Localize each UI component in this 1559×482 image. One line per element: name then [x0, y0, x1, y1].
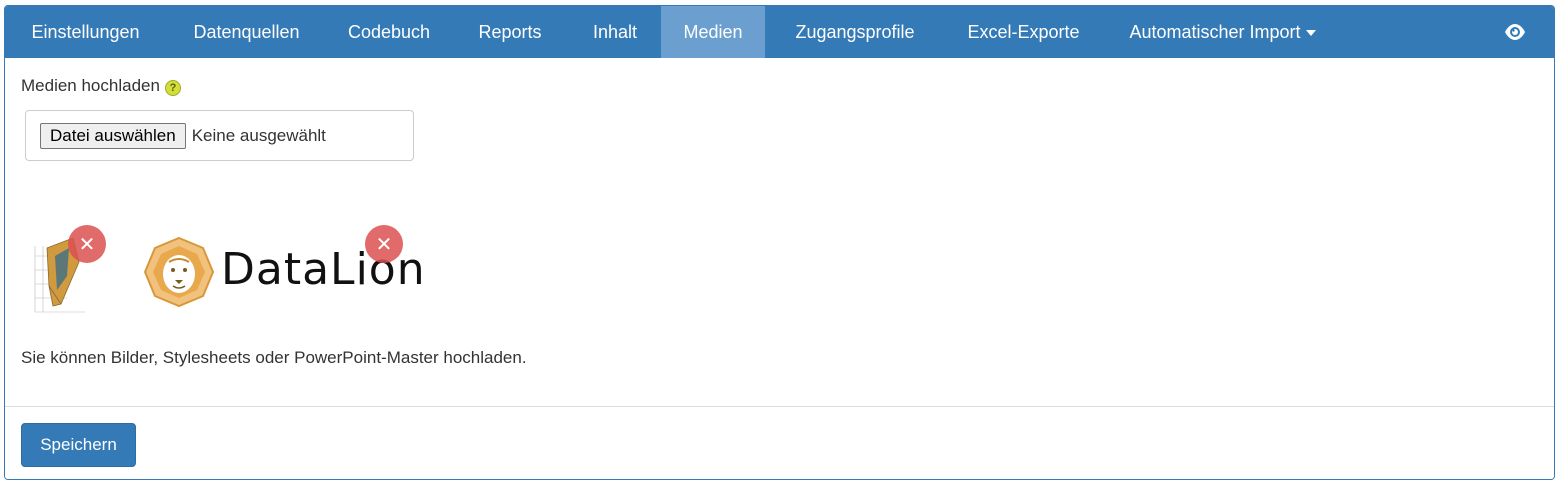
remove-media-button[interactable]: ✕: [68, 225, 106, 263]
upload-label: Medien hochladen: [21, 76, 160, 95]
tab-medien[interactable]: Medien: [661, 6, 765, 58]
eye-icon[interactable]: [1504, 22, 1526, 42]
tab-automatischer-import-label: Automatischer Import: [1129, 21, 1301, 42]
caret-down-icon: [1305, 30, 1316, 36]
tab-datenquellen[interactable]: Datenquellen: [166, 6, 327, 58]
panel-footer: Speichern: [5, 406, 1554, 479]
question-icon[interactable]: ?: [164, 79, 181, 96]
tab-reports[interactable]: Reports: [451, 6, 569, 58]
file-upload-field: Datei auswählen Keine ausgewählt: [25, 110, 414, 161]
tab-codebuch[interactable]: Codebuch: [327, 6, 451, 58]
media-panel: Einstellungen Datenquellen Codebuch Repo…: [4, 5, 1555, 480]
lion-logo-icon: [143, 236, 215, 308]
file-status: Keine ausgewählt: [191, 125, 326, 145]
tab-automatischer-import[interactable]: Automatischer Import: [1102, 6, 1343, 58]
info-text: Sie können Bilder, Stylesheets oder Powe…: [21, 348, 527, 367]
tab-inhalt[interactable]: Inhalt: [569, 6, 661, 58]
tab-excel-exporte[interactable]: Excel-Exporte: [945, 6, 1102, 58]
save-button[interactable]: Speichern: [21, 423, 136, 467]
upload-label-row: Medien hochladen ?: [21, 76, 181, 96]
choose-file-button[interactable]: Datei auswählen: [40, 122, 186, 149]
tab-zugangsprofile[interactable]: Zugangsprofile: [765, 6, 945, 58]
tab-einstellungen[interactable]: Einstellungen: [5, 6, 166, 58]
top-navigation: Einstellungen Datenquellen Codebuch Repo…: [5, 6, 1554, 58]
remove-media-button[interactable]: ✕: [365, 225, 403, 263]
